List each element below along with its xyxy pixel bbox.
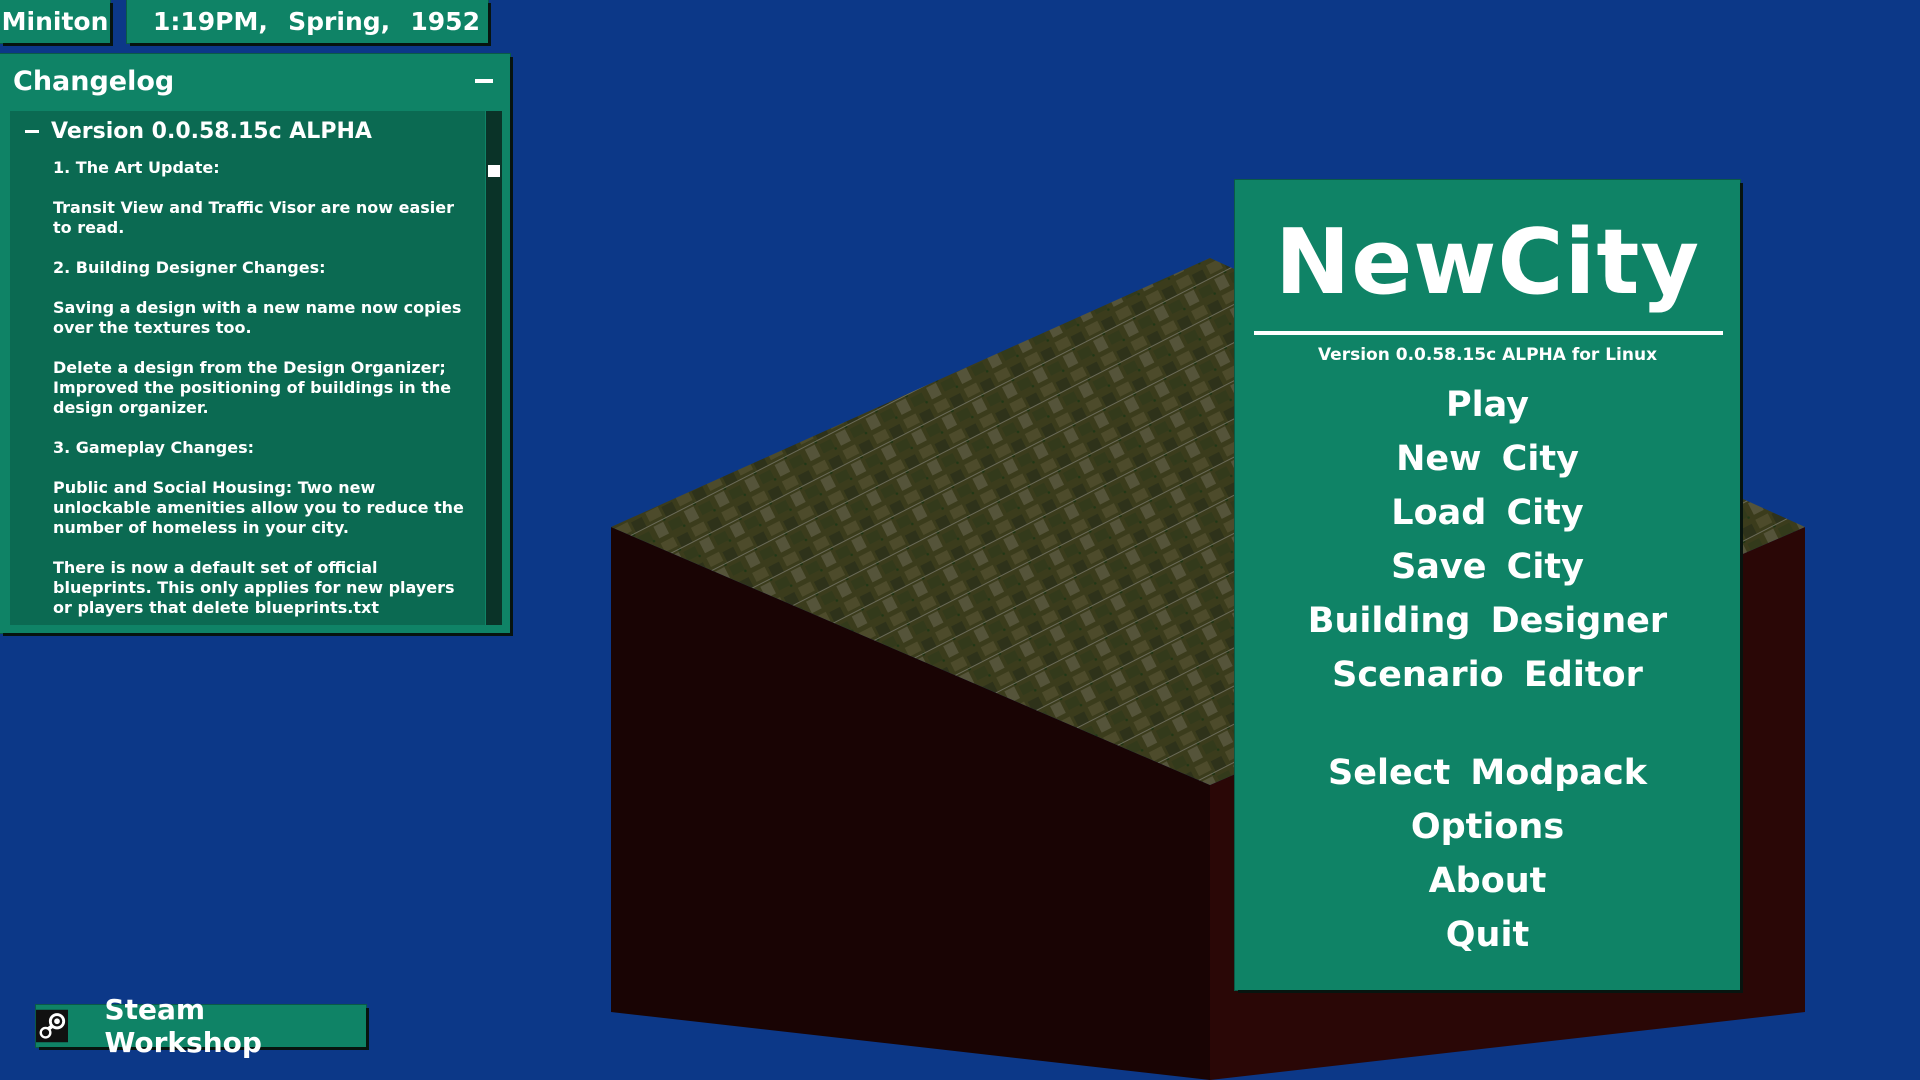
changelog-panel: Changelog Version 0.0.58.15c ALPHA 1. Th… — [0, 54, 510, 633]
changelog-entry: 1. The Art Update: — [53, 158, 220, 177]
title-divider — [1254, 331, 1723, 335]
minimize-icon[interactable] — [475, 79, 493, 83]
city-name-display: Miniton — [0, 0, 110, 43]
changelog-entry: 3. Gameplay Changes: — [53, 438, 255, 457]
load-city-button[interactable]: Load City — [1235, 493, 1740, 533]
options-button[interactable]: Options — [1235, 807, 1740, 847]
city-name-label: Miniton — [1, 7, 109, 36]
changelog-version-row[interactable]: Version 0.0.58.15c ALPHA — [25, 119, 372, 144]
changelog-scrollbar[interactable] — [486, 111, 502, 625]
quit-button[interactable]: Quit — [1235, 915, 1740, 955]
clock-time: 1:19PM, — [153, 7, 268, 36]
version-label: Version 0.0.58.15c ALPHA for Linux — [1317, 345, 1658, 365]
changelog-entry: Transit View and Traffic Visor are now e… — [53, 198, 455, 237]
changelog-entry: Delete a design from the Design Organize… — [53, 358, 452, 417]
clock-year: 1952 — [410, 7, 480, 36]
scenario-editor-button[interactable]: Scenario Editor — [1235, 655, 1740, 695]
select-modpack-button[interactable]: Select Modpack — [1235, 753, 1740, 793]
changelog-entries: 1. The Art Update: Transit View and Traf… — [53, 158, 473, 625]
changelog-entry: There is now a default set of official b… — [53, 558, 455, 617]
save-city-button[interactable]: Save City — [1235, 547, 1740, 587]
steam-workshop-button[interactable]: Steam Workshop — [36, 993, 366, 1059]
clock-season: Spring, — [288, 7, 391, 36]
play-button[interactable]: Play — [1235, 385, 1740, 425]
scrollbar-thumb[interactable] — [488, 165, 500, 177]
changelog-title: Changelog — [13, 65, 175, 97]
steam-icon — [36, 1009, 69, 1043]
changelog-version-heading: Version 0.0.58.15c ALPHA — [51, 119, 372, 144]
changelog-header: Changelog — [13, 62, 498, 100]
changelog-entry: 2. Building Designer Changes: — [53, 258, 326, 277]
changelog-entry: Public and Social Housing: Two new unloc… — [53, 478, 464, 537]
changelog-entry: Saving a design with a new name now copi… — [53, 298, 462, 337]
about-button[interactable]: About — [1235, 861, 1740, 901]
changelog-content[interactable]: Version 0.0.58.15c ALPHA 1. The Art Upda… — [10, 111, 485, 625]
main-menu-panel: NewCity Version 0.0.58.15c ALPHA for Lin… — [1235, 180, 1740, 990]
steam-workshop-label: Steam Workshop — [104, 993, 262, 1059]
building-designer-button[interactable]: Building Designer — [1235, 601, 1740, 641]
game-title: NewCity — [1274, 210, 1701, 315]
game-clock-display: 1:19PM, Spring, 1952 — [127, 0, 488, 43]
new-city-button[interactable]: New City — [1235, 439, 1740, 479]
collapse-icon[interactable] — [25, 130, 39, 133]
